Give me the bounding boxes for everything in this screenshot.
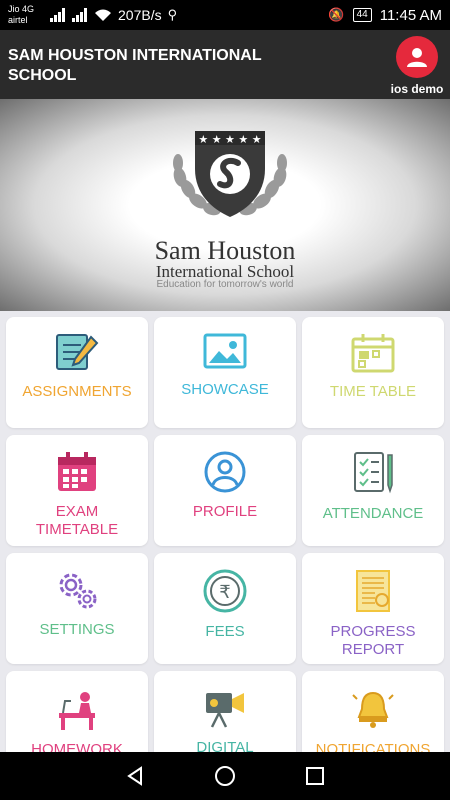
tile-timetable[interactable]: TIME TABLE bbox=[302, 317, 444, 428]
tile-label: SHOWCASE bbox=[181, 381, 269, 398]
desk-icon bbox=[59, 692, 95, 730]
tile-progress-report[interactable]: PROGRESS REPORT bbox=[302, 553, 444, 664]
image-icon bbox=[203, 333, 247, 369]
user-icon bbox=[204, 451, 246, 493]
wifi-icon bbox=[95, 9, 112, 21]
user-name: ios demo bbox=[390, 82, 444, 96]
tile-label: FEES bbox=[205, 623, 245, 640]
tile-exam-timetable[interactable]: EXAM TIMETABLE bbox=[6, 435, 148, 546]
tile-digital[interactable]: DIGITAL bbox=[154, 671, 296, 752]
clock: 11:45 AM bbox=[379, 6, 442, 24]
carrier-info: Jio 4G airtel bbox=[8, 4, 34, 26]
tile-profile[interactable]: PROFILE bbox=[154, 435, 296, 546]
svg-text:₹: ₹ bbox=[219, 582, 230, 603]
battery-indicator: 44 bbox=[352, 8, 372, 22]
page-title: SAM HOUSTON INTERNATIONAL SCHOOL bbox=[8, 47, 262, 84]
assignment-icon bbox=[56, 334, 99, 370]
school-banner: ★ ★ ★ ★ ★ Sam Houston International Scho… bbox=[0, 99, 450, 311]
svg-text:★ ★ ★ ★ ★: ★ ★ ★ ★ ★ bbox=[198, 133, 261, 146]
tile-attendance[interactable]: ATTENDANCE bbox=[302, 435, 444, 546]
tile-assignments[interactable]: ASSIGNMENTS bbox=[6, 317, 148, 428]
tile-label: ATTENDANCE bbox=[322, 505, 424, 522]
video-camera-icon bbox=[206, 693, 244, 728]
timetable-icon bbox=[351, 334, 395, 373]
status-bar: Jio 4G airtel 207B/s ⚲ 🔕 44 11:45 AM bbox=[0, 0, 450, 30]
app-header: SAM HOUSTON INTERNATIONAL SCHOOL ios dem… bbox=[0, 30, 450, 99]
tile-notifications[interactable]: NOTIFICATIONS bbox=[302, 671, 444, 752]
home-icon[interactable] bbox=[214, 765, 236, 787]
bell-icon bbox=[352, 691, 394, 728]
system-nav-bar bbox=[0, 752, 450, 800]
menu-grid: ASSIGNMENTS SHOWCASE TIME TABLE EXAM TIM… bbox=[0, 311, 450, 752]
tile-label: PROGRESS REPORT bbox=[330, 623, 416, 658]
tile-label: PROFILE bbox=[192, 503, 258, 520]
tile-label: DIGITAL bbox=[196, 739, 254, 752]
signal-icon-2 bbox=[72, 8, 88, 22]
net-speed: 207B/s bbox=[118, 7, 162, 23]
carrier-1: Jio 4G bbox=[8, 4, 35, 14]
checklist-icon bbox=[354, 452, 393, 494]
tile-label: SETTINGS bbox=[39, 621, 115, 638]
tile-showcase[interactable]: SHOWCASE bbox=[154, 317, 296, 428]
report-icon bbox=[356, 570, 390, 612]
avatar[interactable] bbox=[396, 36, 438, 78]
rupee-coin-icon: ₹ bbox=[203, 569, 247, 613]
tile-label: EXAM TIMETABLE bbox=[35, 503, 119, 538]
mute-icon: 🔕 bbox=[328, 7, 345, 22]
profile-button[interactable]: ios demo bbox=[390, 36, 444, 96]
gear-icon bbox=[59, 573, 97, 609]
signal-icon bbox=[50, 8, 66, 22]
tile-label: HOMEWORK bbox=[31, 741, 123, 752]
carrier-2: airtel bbox=[8, 15, 28, 25]
tile-label: TIME TABLE bbox=[329, 383, 417, 400]
back-icon[interactable] bbox=[125, 766, 145, 786]
tile-label: NOTIFICATIONS bbox=[315, 741, 431, 752]
banner-tagline: Education for tomorrow's world bbox=[156, 279, 294, 290]
recents-icon[interactable] bbox=[305, 766, 325, 786]
tile-label: ASSIGNMENTS bbox=[22, 383, 132, 400]
tile-settings[interactable]: SETTINGS bbox=[6, 553, 148, 664]
tile-fees[interactable]: ₹ FEES bbox=[154, 553, 296, 664]
tile-homework[interactable]: HOMEWORK bbox=[6, 671, 148, 752]
calendar-icon bbox=[58, 452, 96, 491]
usb-icon: ⚲ bbox=[167, 7, 178, 22]
user-icon bbox=[407, 48, 427, 67]
